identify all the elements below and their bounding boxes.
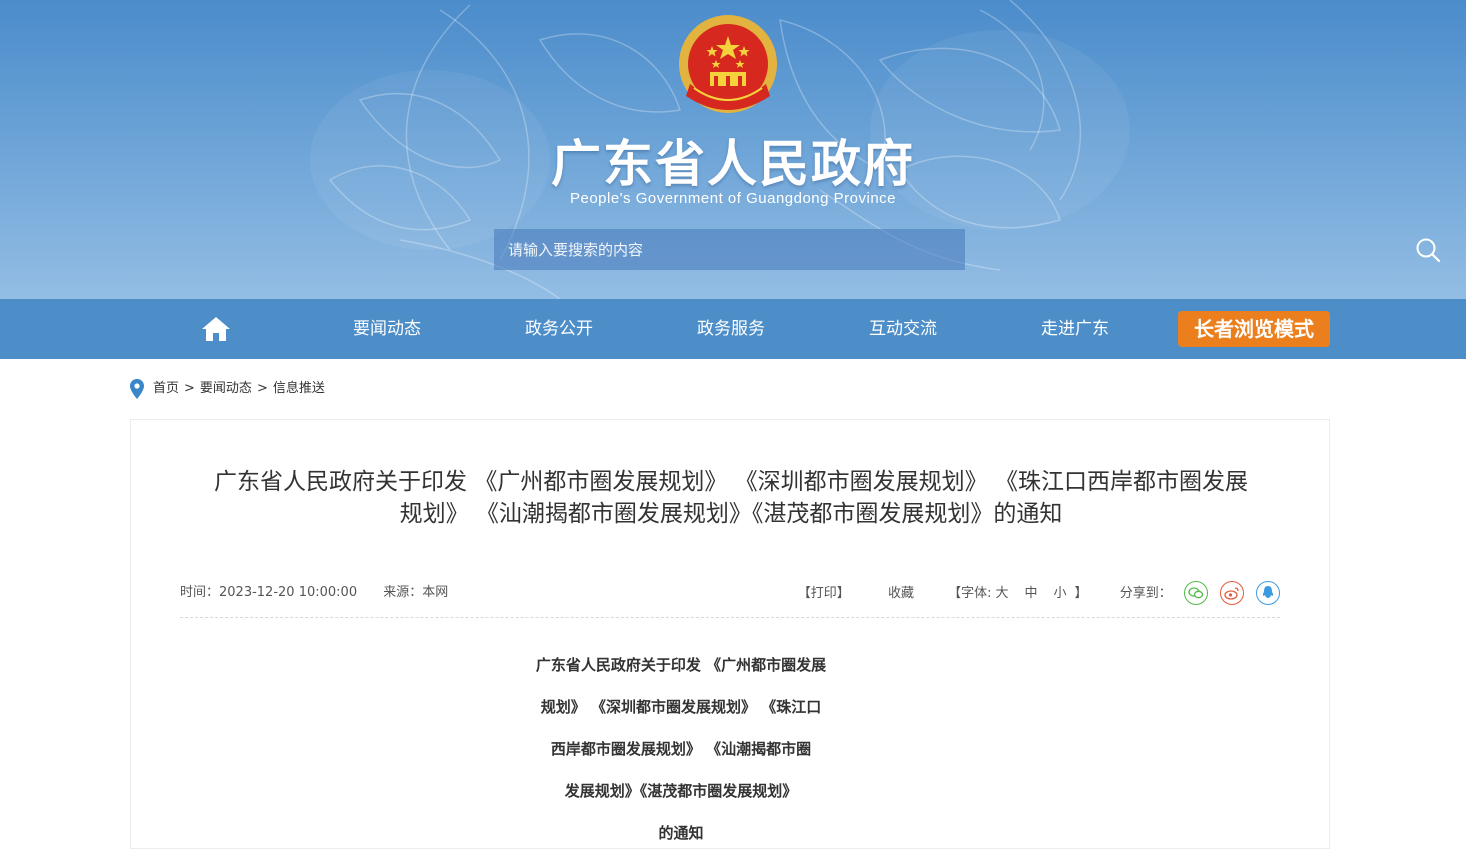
site-subtitle: People's Government of Guangdong Provinc… — [569, 190, 897, 207]
search-icon[interactable] — [1414, 237, 1442, 263]
wechat-share-icon[interactable] — [1183, 580, 1208, 605]
font-size-label: 【字体: — [948, 585, 992, 601]
breadcrumb-separator: > — [184, 381, 195, 396]
time-label: 时间： — [180, 585, 220, 600]
home-icon[interactable] — [200, 315, 232, 343]
qq-share-icon[interactable] — [1256, 580, 1280, 605]
font-size-control: 【字体: 大 中 小】 — [948, 581, 1087, 607]
breadcrumb-home-link[interactable]: 首页 — [153, 381, 179, 396]
article-title-line: 规划》 《汕潮揭都市圈发展规划》《湛茂都市圈发展规划》的通知 — [399, 501, 1063, 527]
source-label: 来源： — [383, 585, 423, 600]
article-title: 广东省人民政府关于印发 《广州都市圈发展规划》 《深圳都市圈发展规划》 《珠江口… — [181, 466, 1281, 530]
article-panel: 广东省人民政府关于印发 《广州都市圈发展规划》 《深圳都市圈发展规划》 《珠江口… — [130, 419, 1330, 849]
elder-mode-button[interactable]: 长者浏览模式 — [1178, 311, 1330, 347]
breadcrumb-current[interactable]: 信息推送 — [273, 381, 325, 396]
body-title-line: 发展规划》《湛茂都市圈发展规划》 — [564, 782, 798, 800]
location-pin-icon — [130, 379, 144, 399]
font-large-button[interactable]: 大 — [996, 586, 1009, 601]
nav-item-about-guangdong[interactable]: 走进广东 — [1000, 299, 1150, 359]
article-title-line: 广东省人民政府关于印发 《广州都市圈发展规划》 《深圳都市圈发展规划》 《珠江口… — [214, 469, 1248, 495]
article-body-title: 广东省人民政府关于印发 《广州都市圈发展 规划》 《深圳都市圈发展规划》 《珠江… — [481, 650, 881, 860]
breadcrumb-news-link[interactable]: 要闻动态 — [200, 381, 252, 396]
share-label: 分享到： — [1119, 585, 1172, 601]
header-banner: 广东省人民政府 People's Government of Guangdong… — [0, 0, 1466, 299]
body-title-line: 规划》 《深圳都市圈发展规划》 《珠江口 — [540, 698, 822, 716]
body-title-line: 的通知 — [658, 824, 704, 842]
nav-item-interaction[interactable]: 互动交流 — [828, 299, 978, 359]
font-size-close: 】 — [1074, 585, 1088, 601]
nav-item-government-affairs[interactable]: 政务公开 — [484, 299, 634, 359]
share-buttons — [1176, 580, 1280, 606]
search-box — [494, 229, 1441, 270]
publish-time: 时间：2023-12-20 10:00:00 — [180, 585, 357, 600]
body-title-line: 西岸都市圈发展规划》 《汕潮揭都市圈 — [550, 740, 812, 758]
print-button[interactable]: 【打印】 — [798, 581, 850, 607]
search-input[interactable] — [494, 229, 904, 270]
breadcrumb-separator: > — [256, 381, 268, 396]
article-source: 来源：本网 — [383, 585, 448, 600]
site-title: 广东省人民政府 — [551, 135, 915, 193]
time-value: 2023-12-20 10:00:00 — [219, 585, 358, 600]
source-value: 本网 — [422, 585, 449, 600]
national-emblem-logo — [679, 15, 777, 113]
font-medium-button[interactable]: 中 — [1025, 586, 1038, 601]
weibo-share-icon[interactable] — [1219, 580, 1244, 605]
body-title-line: 广东省人民政府关于印发 《广州都市圈发展 — [535, 656, 827, 674]
nav-item-news[interactable]: 要闻动态 — [312, 299, 462, 359]
article-meta: 时间：2023-12-20 10:00:00 来源：本网 【打印】 收藏 【字体… — [180, 580, 1280, 606]
meta-divider — [180, 617, 1280, 618]
favorite-button[interactable]: 收藏 — [888, 581, 914, 607]
main-nav: 要闻动态 政务公开 政务服务 互动交流 走进广东 长者浏览模式 — [0, 299, 1466, 359]
nav-item-services[interactable]: 政务服务 — [656, 299, 806, 359]
font-small-button[interactable]: 小 — [1054, 586, 1067, 601]
